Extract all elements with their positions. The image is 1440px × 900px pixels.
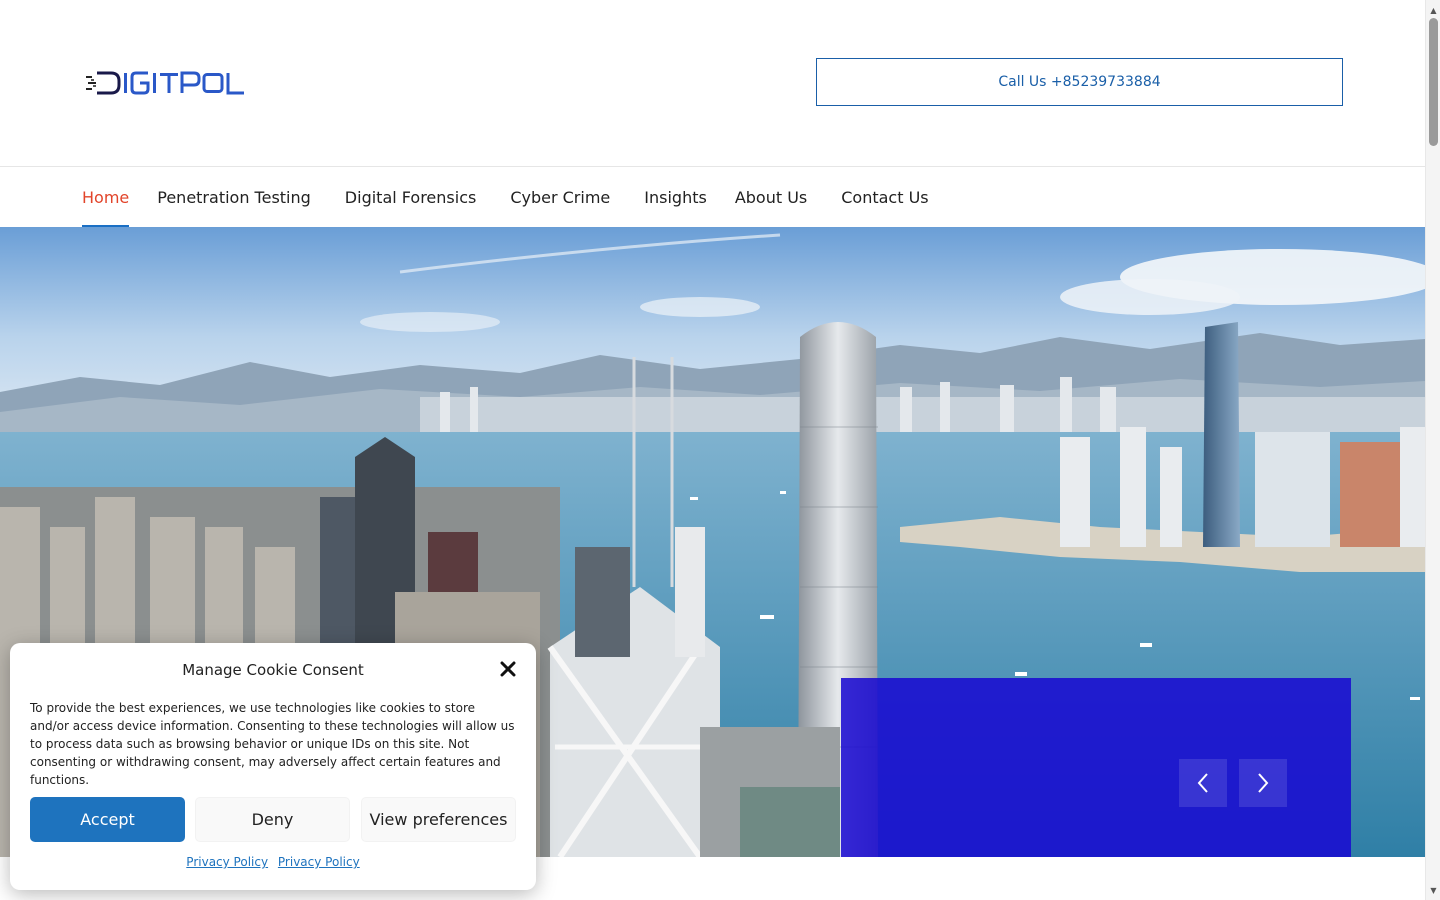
nav-list: Home Penetration Testing Digital Forensi… bbox=[82, 167, 929, 228]
scroll-up-arrow-icon[interactable]: ▲ bbox=[1426, 4, 1440, 16]
privacy-policy-link-2[interactable]: Privacy Policy bbox=[278, 855, 360, 869]
privacy-policy-link[interactable]: Privacy Policy bbox=[186, 855, 268, 869]
scroll-down-arrow-icon[interactable]: ▼ bbox=[1426, 884, 1440, 896]
page-scrollbar[interactable]: ▲ ▼ bbox=[1425, 0, 1440, 900]
main-navigation: Home Penetration Testing Digital Forensi… bbox=[0, 166, 1425, 228]
cookie-close-button[interactable] bbox=[496, 657, 520, 681]
cookie-view-preferences-button[interactable]: View preferences bbox=[361, 797, 516, 842]
site-logo[interactable]: DIGITPOL bbox=[86, 66, 248, 100]
nav-item-insights[interactable]: Insights bbox=[644, 167, 707, 227]
cookie-consent-banner: Manage Cookie Consent To provide the bes… bbox=[10, 643, 536, 890]
slider-prev-button[interactable] bbox=[1179, 759, 1227, 807]
nav-item-home[interactable]: Home bbox=[82, 167, 130, 228]
page: DIGITPOL bbox=[0, 0, 1425, 900]
nav-item-penetration-testing[interactable]: Penetration Testing bbox=[157, 167, 311, 227]
chevron-right-icon bbox=[1258, 773, 1269, 793]
cookie-accept-button[interactable]: Accept bbox=[30, 797, 185, 842]
cookie-title: Manage Cookie Consent bbox=[182, 661, 364, 679]
cookie-policy-links: Privacy Policy Privacy Policy bbox=[10, 855, 536, 869]
nav-item-cyber-crime[interactable]: Cyber Crime bbox=[510, 167, 610, 227]
nav-item-about-us[interactable]: About Us bbox=[735, 167, 807, 227]
call-us-button[interactable]: Call Us +85239733884 bbox=[816, 58, 1343, 106]
slider-next-button[interactable] bbox=[1239, 759, 1287, 807]
logo-mark bbox=[86, 71, 244, 95]
site-header: DIGITPOL bbox=[0, 0, 1425, 166]
nav-item-contact-us[interactable]: Contact Us bbox=[841, 167, 928, 227]
close-icon bbox=[500, 661, 516, 677]
scrollbar-thumb[interactable] bbox=[1429, 18, 1438, 146]
chevron-left-icon bbox=[1197, 773, 1208, 793]
cookie-deny-button[interactable]: Deny bbox=[195, 797, 350, 842]
cookie-description: To provide the best experiences, we use … bbox=[30, 701, 515, 787]
nav-item-digital-forensics[interactable]: Digital Forensics bbox=[345, 167, 477, 227]
